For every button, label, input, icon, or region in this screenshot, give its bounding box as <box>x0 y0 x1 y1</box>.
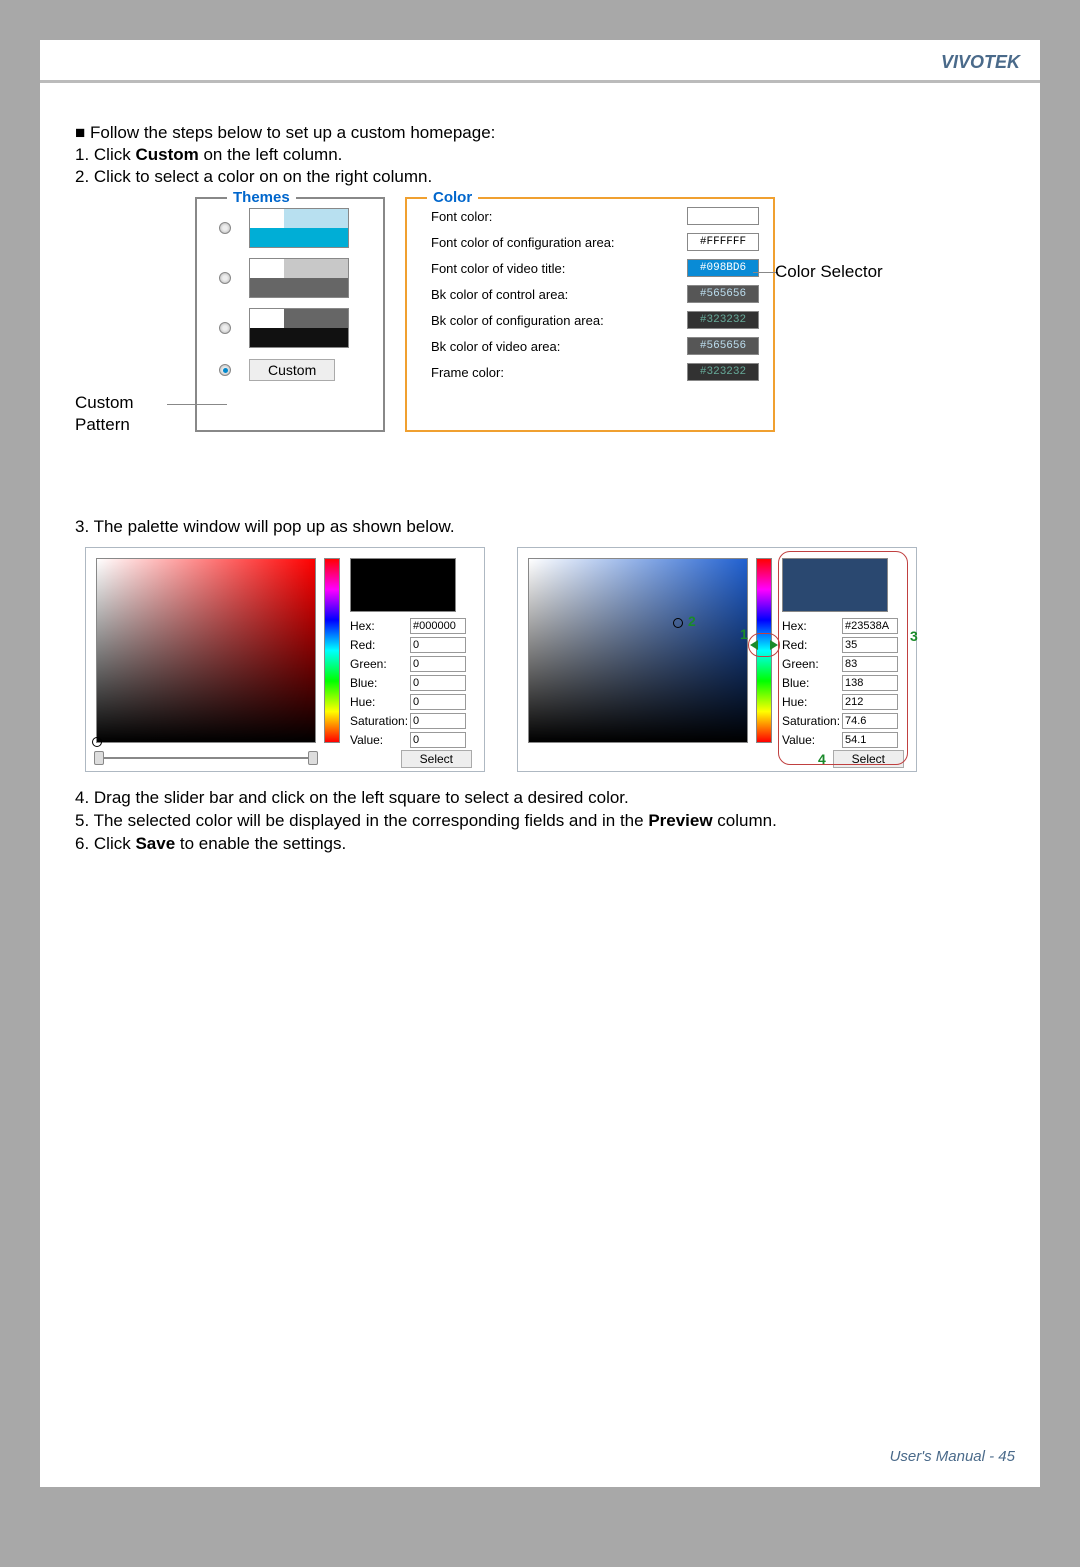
color-row-control-bk: Bk color of control area: #565656 <box>431 285 759 303</box>
themes-legend: Themes <box>227 189 296 206</box>
color-row-config-bk: Bk color of configuration area: #323232 <box>431 311 759 329</box>
content-area: ■ Follow the steps below to set up a cus… <box>40 83 1040 856</box>
palette-a: Hex: Red: Green: Blue: Hue: Saturation: … <box>85 547 485 772</box>
steps-456: 4. Drag the slider bar and click on the … <box>75 787 1005 856</box>
swatch-videotitle[interactable]: #098BD6 <box>687 259 759 277</box>
page: VIVOTEK ■ Follow the steps below to set … <box>40 40 1040 1487</box>
step-3-text: 3. The palette window will pop up as sho… <box>75 517 1005 537</box>
label-videotitle: Font color of video title: <box>431 261 687 276</box>
color-row-videotitle: Font color of video title: #098BD6 <box>431 259 759 277</box>
theme-row-custom: Custom <box>207 359 373 381</box>
swatch-frame[interactable]: #323232 <box>687 363 759 381</box>
theme-radio-1[interactable] <box>219 222 231 234</box>
header: VIVOTEK <box>40 40 1040 80</box>
green-label: Green: <box>350 657 410 671</box>
color-selector-label: Color Selector <box>775 262 883 282</box>
val-label: Value: <box>350 733 410 747</box>
arrow-hue-left <box>750 640 758 650</box>
val-input-a[interactable] <box>410 732 466 748</box>
s5a: 5. The selected color will be displayed … <box>75 811 648 830</box>
s6c: to enable the settings. <box>175 834 346 853</box>
callout-fields-box <box>778 551 908 765</box>
theme-row-1[interactable] <box>207 207 373 249</box>
theme-radio-3[interactable] <box>219 322 231 334</box>
themes-fieldset: Themes <box>195 197 385 432</box>
intro-2c: on the left column. <box>199 145 343 164</box>
step-6: 6. Click Save to enable the settings. <box>75 833 1005 856</box>
callout-1: 1 <box>740 626 748 642</box>
label-config-bk: Bk color of configuration area: <box>431 313 687 328</box>
label-frame: Frame color: <box>431 365 687 380</box>
intro-line-3: 2. Click to select a color on on the rig… <box>75 167 1005 187</box>
hue-label: Hue: <box>350 695 410 709</box>
saturation-area-a[interactable] <box>96 558 316 743</box>
picker-marker-b <box>673 618 683 628</box>
sat-label: Saturation: <box>350 714 410 728</box>
s5b: Preview <box>648 811 712 830</box>
s6b: Save <box>135 834 175 853</box>
step-5: 5. The selected color will be displayed … <box>75 810 1005 833</box>
theme-preview-2 <box>249 258 349 298</box>
footer-text: User's Manual - 45 <box>890 1448 1015 1465</box>
custom-button[interactable]: Custom <box>249 359 335 381</box>
blue-label: Blue: <box>350 676 410 690</box>
swatch-config-bk[interactable]: #323232 <box>687 311 759 329</box>
themes-color-diagram: Custom Pattern Themes <box>75 197 1005 457</box>
swatch-config-font[interactable]: #FFFFFF <box>687 233 759 251</box>
red-input-a[interactable] <box>410 637 466 653</box>
callout-4: 4 <box>818 751 826 767</box>
swatch-control-bk[interactable]: #565656 <box>687 285 759 303</box>
hex-label: Hex: <box>350 619 410 633</box>
theme-row-2[interactable] <box>207 257 373 299</box>
color-row-video-bk: Bk color of video area: #565656 <box>431 337 759 355</box>
swatch-font-color[interactable] <box>687 207 759 225</box>
intro-line-2: 1. Click Custom on the left column. <box>75 145 1005 165</box>
green-input-a[interactable] <box>410 656 466 672</box>
label-control-bk: Bk color of control area: <box>431 287 687 302</box>
color-row-font: Font color: <box>431 207 759 225</box>
blue-input-a[interactable] <box>410 675 466 691</box>
sat-input-a[interactable] <box>410 713 466 729</box>
step-4: 4. Drag the slider bar and click on the … <box>75 787 1005 810</box>
intro-2a: 1. Click <box>75 145 135 164</box>
theme-radio-2[interactable] <box>219 272 231 284</box>
preview-chip-a <box>350 558 456 612</box>
intro-line-1: ■ Follow the steps below to set up a cus… <box>75 123 1005 143</box>
custom-pattern-label: Custom Pattern <box>75 392 134 436</box>
color-legend: Color <box>427 189 478 206</box>
red-label: Red: <box>350 638 410 652</box>
theme-preview-3 <box>249 308 349 348</box>
s6a: 6. Click <box>75 834 135 853</box>
s5c: column. <box>713 811 777 830</box>
theme-radio-custom[interactable] <box>219 364 231 376</box>
bottom-slider-a[interactable] <box>96 751 316 765</box>
callout-3: 3 <box>910 628 918 644</box>
select-button-a[interactable]: Select <box>401 750 472 768</box>
hue-slider-a[interactable] <box>324 558 340 743</box>
picker-marker-a <box>92 737 102 747</box>
hue-input-a[interactable] <box>410 694 466 710</box>
saturation-area-b[interactable] <box>528 558 748 743</box>
brand-text: VIVOTEK <box>941 52 1020 73</box>
label-font-color: Font color: <box>431 209 687 224</box>
palette-row: Hex: Red: Green: Blue: Hue: Saturation: … <box>85 547 1005 772</box>
hex-input-a[interactable] <box>410 618 466 634</box>
palette-b: Hex: Red: Green: Blue: Hue: Saturation: … <box>517 547 917 772</box>
intro-2b: Custom <box>135 145 198 164</box>
theme-row-3[interactable] <box>207 307 373 349</box>
theme-preview-1 <box>249 208 349 248</box>
arrow-hue-right <box>770 640 778 650</box>
color-fieldset: Color Font color: Font color of configur… <box>405 197 775 432</box>
label-config-font: Font color of configuration area: <box>431 235 687 250</box>
label-video-bk: Bk color of video area: <box>431 339 687 354</box>
color-row-frame: Frame color: #323232 <box>431 363 759 381</box>
callout-2: 2 <box>688 613 696 629</box>
fields-a: Hex: Red: Green: Blue: Hue: Saturation: … <box>350 618 478 751</box>
swatch-video-bk[interactable]: #565656 <box>687 337 759 355</box>
color-row-config: Font color of configuration area: #FFFFF… <box>431 233 759 251</box>
